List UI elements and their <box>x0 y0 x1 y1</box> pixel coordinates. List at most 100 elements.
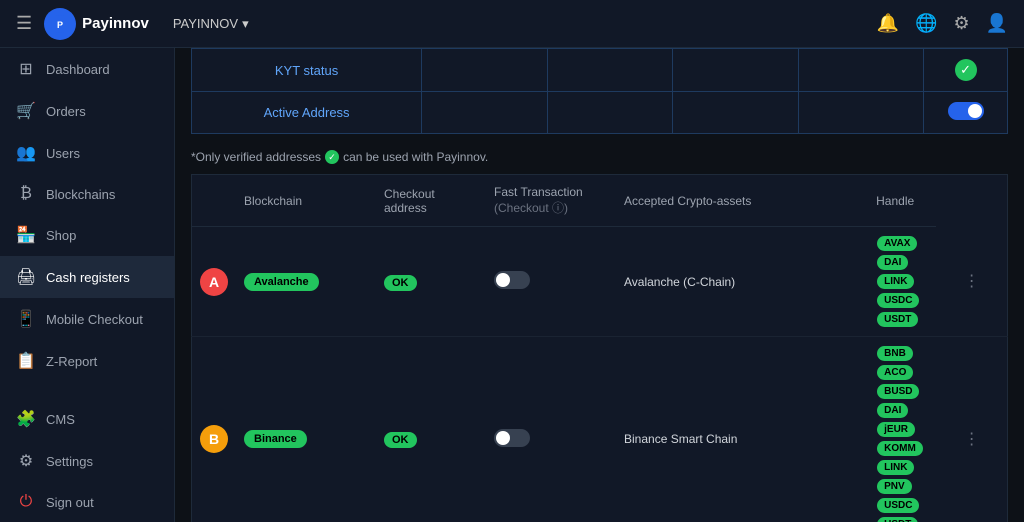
sidebar: ⊞ Dashboard 🛒 Orders 👥 Users ₿ Blockchai… <box>0 48 175 522</box>
crypto-tag: ACO <box>877 365 913 380</box>
blockchains-icon: ₿ <box>16 185 36 203</box>
fast-tx-toggle[interactable] <box>494 271 530 289</box>
brand-arrow-icon: ▾ <box>242 16 249 32</box>
sidebar-label-users: Users <box>46 146 80 161</box>
ok-cell: OK <box>376 337 486 522</box>
dashboard-icon: ⊞ <box>16 59 36 79</box>
fast-tx-toggle[interactable] <box>494 429 530 447</box>
top-header: ☰ P Payinnov PAYINNOV ▾ 🔔 🌐 ⚙ 👤 <box>0 0 1024 48</box>
th-checkout: Checkout address <box>376 175 486 227</box>
users-icon: 👥 <box>16 143 36 163</box>
crypto-tag: BNB <box>877 346 913 361</box>
cms-icon: 🧩 <box>16 409 36 429</box>
settings-icon[interactable]: ⚙ <box>953 13 969 34</box>
globe-icon[interactable]: 🌐 <box>915 13 937 34</box>
aa-toggle-cell[interactable] <box>924 92 1008 134</box>
sidebar-item-z-report[interactable]: 📋 Z-Report <box>0 340 174 382</box>
ok-cell: OK <box>376 227 486 337</box>
kyt-check-cell: ✓ <box>924 49 1008 92</box>
active-address-row: Active Address <box>192 92 1008 134</box>
crypto-tag: LINK <box>877 460 914 475</box>
kyt-checkmark: ✓ <box>955 59 977 81</box>
verified-check-icon: ✓ <box>325 150 339 164</box>
tokens-cell: AVAXDAILINKUSDCUSDT <box>868 227 936 337</box>
active-address-label: Active Address <box>192 92 422 134</box>
notification-icon[interactable]: 🔔 <box>877 13 899 34</box>
orders-icon: 🛒 <box>16 101 36 121</box>
crypto-tag: USDC <box>877 498 919 513</box>
row-actions-icon[interactable]: ⋮ <box>960 273 984 290</box>
brand-selector[interactable]: PAYINNOV ▾ <box>173 16 249 32</box>
crypto-tag: USDT <box>877 517 918 522</box>
chain-icon-cell: B <box>192 337 237 522</box>
sidebar-item-cms[interactable]: 🧩 CMS <box>0 398 174 440</box>
sidebar-label-sign-out: Sign out <box>46 495 94 510</box>
chain-full-name-cell: Avalanche (C-Chain) <box>616 227 868 337</box>
crypto-tag: BUSD <box>877 384 919 399</box>
status-table: KYT status ✓ Active Address <box>191 48 1008 134</box>
kyt-empty-2 <box>547 49 673 92</box>
th-fast: Fast Transaction(Checkout ⓘ) <box>486 175 616 227</box>
svg-text:P: P <box>57 20 63 30</box>
table-row: AAvalancheOKAvalanche (C-Chain)AVAXDAILI… <box>192 227 1008 337</box>
verified-note-text: *Only verified addresses <box>191 150 321 164</box>
kyt-status-row: KYT status ✓ <box>192 49 1008 92</box>
sidebar-item-sign-out[interactable]: ⏻ Sign out <box>0 482 174 522</box>
chain-badge: Avalanche <box>244 273 319 291</box>
ok-badge: OK <box>384 275 417 291</box>
verified-note: *Only verified addresses ✓ can be used w… <box>191 146 1008 174</box>
header-icons: 🔔 🌐 ⚙ 👤 <box>877 13 1008 34</box>
content-area: KYT status ✓ Active Address <box>175 48 1024 522</box>
sidebar-label-cash-registers: Cash registers <box>46 270 130 285</box>
sidebar-item-cash-registers[interactable]: 🖨 Cash registers <box>0 256 174 298</box>
aa-empty-2 <box>547 92 673 134</box>
crypto-tag: DAI <box>877 255 908 270</box>
crypto-tags: AVAXDAILINKUSDCUSDT <box>876 235 928 328</box>
sidebar-label-shop: Shop <box>46 228 76 243</box>
aa-empty-4 <box>798 92 924 134</box>
sidebar-item-blockchains[interactable]: ₿ Blockchains <box>0 174 174 214</box>
chain-icon-cell: A <box>192 227 237 337</box>
chain-name-cell: Avalanche <box>236 227 376 337</box>
crypto-tag: AVAX <box>877 236 917 251</box>
crypto-tag: jEUR <box>877 422 915 437</box>
crypto-tag: KOMM <box>877 441 923 456</box>
logo-icon: P <box>44 8 76 40</box>
th-icon <box>192 175 237 227</box>
sidebar-label-blockchains: Blockchains <box>46 187 115 202</box>
table-header-row: Blockchain Checkout address Fast Transac… <box>192 175 1008 227</box>
row-actions-icon[interactable]: ⋮ <box>960 431 984 448</box>
sidebar-item-dashboard[interactable]: ⊞ Dashboard <box>0 48 174 90</box>
handle-cell[interactable]: ⋮ <box>936 227 1007 337</box>
fast-tx-cell[interactable] <box>486 337 616 522</box>
account-icon[interactable]: 👤 <box>986 13 1008 34</box>
blockchain-table: Blockchain Checkout address Fast Transac… <box>191 174 1008 522</box>
aa-empty-3 <box>673 92 799 134</box>
verified-note-text2: can be used with Payinnov. <box>343 150 488 164</box>
sidebar-label-settings: Settings <box>46 454 93 469</box>
sidebar-label-cms: CMS <box>46 412 75 427</box>
kyt-empty-1 <box>422 49 548 92</box>
sign-out-icon: ⏻ <box>16 493 36 511</box>
shop-icon: 🏪 <box>16 225 36 245</box>
handle-cell[interactable]: ⋮ <box>936 337 1007 522</box>
aa-empty-1 <box>422 92 548 134</box>
kyt-status-label: KYT status <box>192 49 422 92</box>
crypto-tag: USDT <box>877 312 918 327</box>
sidebar-item-settings[interactable]: ⚙ Settings <box>0 440 174 482</box>
cash-registers-icon: 🖨 <box>16 267 36 287</box>
sidebar-label-orders: Orders <box>46 104 86 119</box>
sidebar-item-orders[interactable]: 🛒 Orders <box>0 90 174 132</box>
active-address-toggle[interactable] <box>948 102 984 120</box>
menu-icon[interactable]: ☰ <box>16 13 32 34</box>
th-accepted: Accepted Crypto-assets <box>616 175 868 227</box>
sidebar-label-mobile: Mobile Checkout <box>46 312 143 327</box>
chain-name-cell: Binance <box>236 337 376 522</box>
sidebar-item-shop[interactable]: 🏪 Shop <box>0 214 174 256</box>
sidebar-label-z-report: Z-Report <box>46 354 97 369</box>
sidebar-item-users[interactable]: 👥 Users <box>0 132 174 174</box>
sidebar-item-mobile-checkout[interactable]: 📱 Mobile Checkout <box>0 298 174 340</box>
z-report-icon: 📋 <box>16 351 36 371</box>
fast-tx-cell[interactable] <box>486 227 616 337</box>
settings-nav-icon: ⚙ <box>16 451 36 471</box>
